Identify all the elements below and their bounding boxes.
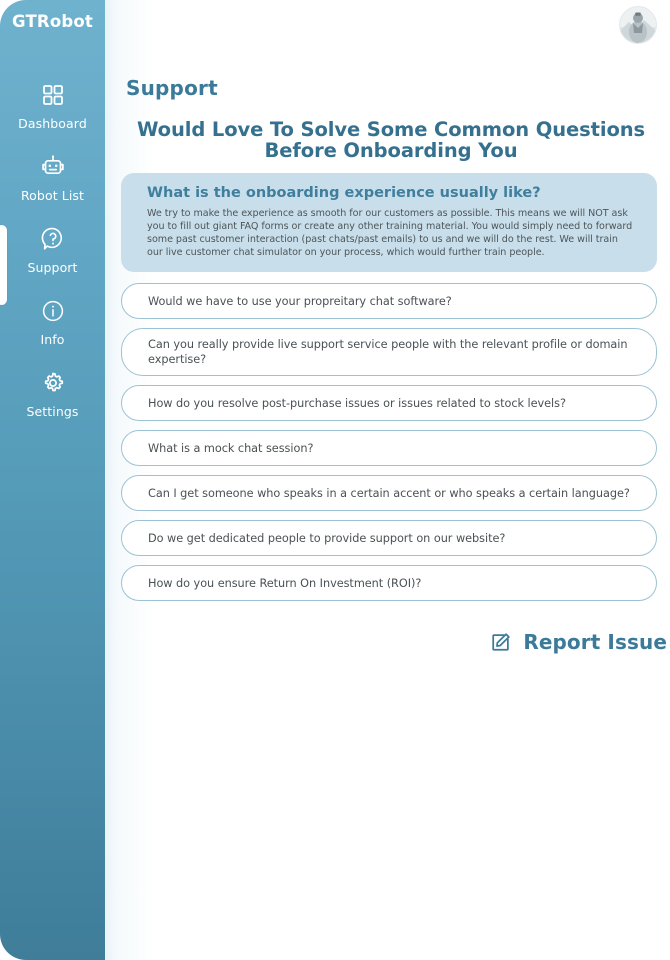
faq-question-label: Can you really provide live support serv… (148, 338, 628, 367)
faq-list: What is the onboarding experience usuall… (121, 173, 657, 610)
sidebar-item-support[interactable]: Support (0, 216, 105, 288)
app-window: Support Would Love To Solve Some Common … (0, 0, 670, 960)
sidebar-item-label: Robot List (20, 188, 85, 203)
faq-expanded-question: What is the onboarding experience usuall… (147, 185, 541, 201)
question-bubble-icon (40, 226, 66, 252)
faq-item[interactable]: Can I get someone who speaks in a certai… (121, 475, 657, 512)
faq-item[interactable]: Do we get dedicated people to provide su… (121, 520, 657, 557)
page-title: Support (126, 76, 218, 100)
main-content: Support Would Love To Solve Some Common … (105, 0, 670, 960)
brand-logo: GTRobot (12, 12, 93, 31)
faq-question-label: Would we have to use your propreitary ch… (148, 294, 452, 308)
sidebar: GTRobot Dashboard Robot List Support Inf… (0, 0, 105, 960)
faq-question-label: What is a mock chat session? (148, 441, 314, 455)
report-issue-label: Report Issue (523, 630, 667, 654)
faq-question-label: Can I get someone who speaks in a certai… (148, 486, 630, 500)
faq-item[interactable]: What is a mock chat session? (121, 430, 657, 467)
faq-item-expanded[interactable]: What is the onboarding experience usuall… (121, 173, 657, 273)
sidebar-item-dashboard[interactable]: Dashboard (0, 72, 105, 144)
sidebar-nav: Dashboard Robot List Support Info Settin… (0, 72, 105, 432)
sidebar-item-info[interactable]: Info (0, 288, 105, 360)
sidebar-item-label: Settings (26, 404, 79, 419)
report-issue-button[interactable]: Report Issue (490, 630, 667, 654)
info-circle-icon (40, 298, 66, 324)
page-headline: Would Love To Solve Some Common Question… (136, 118, 646, 162)
gear-icon (40, 370, 66, 396)
faq-item[interactable]: Can you really provide live support serv… (121, 328, 657, 377)
robot-icon (40, 154, 66, 180)
faq-expanded-answer: We try to make the experience as smooth … (147, 208, 633, 258)
sidebar-item-settings[interactable]: Settings (0, 360, 105, 432)
faq-question-label: How do you resolve post-purchase issues … (148, 396, 566, 410)
edit-square-icon (490, 631, 512, 653)
sidebar-item-robot-list[interactable]: Robot List (0, 144, 105, 216)
sidebar-item-label: Support (27, 260, 78, 275)
faq-question-label: Do we get dedicated people to provide su… (148, 531, 506, 545)
grid-icon (40, 82, 66, 108)
active-nav-indicator (0, 225, 7, 305)
sidebar-item-label: Info (40, 332, 65, 347)
avatar[interactable] (619, 6, 657, 44)
faq-item[interactable]: Would we have to use your propreitary ch… (121, 283, 657, 320)
sidebar-item-label: Dashboard (18, 116, 87, 131)
faq-item[interactable]: How do you resolve post-purchase issues … (121, 385, 657, 422)
faq-question-label: How do you ensure Return On Investment (… (148, 576, 422, 590)
faq-item[interactable]: How do you ensure Return On Investment (… (121, 565, 657, 602)
